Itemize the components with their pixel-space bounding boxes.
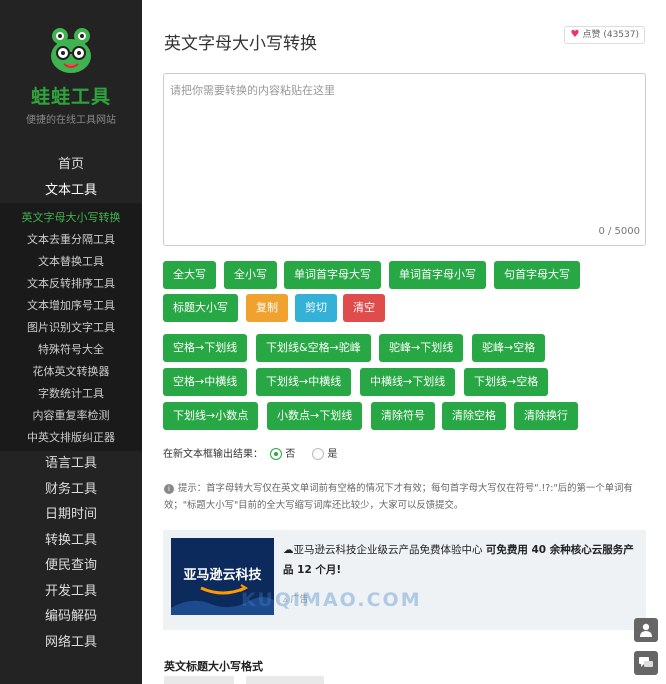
- lowercase-button[interactable]: 全小写: [224, 261, 277, 289]
- title-case-button[interactable]: 标题大小写: [163, 294, 238, 322]
- sidebar-subitem-fancy-text[interactable]: 花体英文转换器: [0, 361, 142, 383]
- space-to-dash-button[interactable]: 空格→中横线: [163, 368, 248, 396]
- sidebar-item-finance[interactable]: 财务工具: [0, 477, 142, 503]
- output-option-label: 在新文本框输出结果：: [163, 449, 263, 460]
- clear-symbols-button[interactable]: 清除符号: [371, 402, 435, 430]
- info-icon: i: [164, 483, 174, 494]
- copy-button[interactable]: 复制: [246, 294, 288, 322]
- output-option: 在新文本框输出结果： 否 是: [163, 445, 337, 460]
- sidebar-subitem-duplicate-check[interactable]: 内容重复率检测: [0, 405, 142, 427]
- char-counter: 0 / 5000: [598, 226, 640, 237]
- sidebar-item-encoding[interactable]: 编码解码: [0, 604, 142, 630]
- code-fragment: [164, 676, 234, 684]
- dot-to-underscore-button[interactable]: 小数点→下划线: [267, 402, 363, 430]
- section-heading: 英文标题大小写格式: [164, 660, 263, 673]
- underscore-to-dot-button[interactable]: 下划线→小数点: [163, 402, 259, 430]
- tip-content: 提示：首字母转大写仅在英文单词前有空格的情况下才有效；每句首字母大写仅在符号".…: [164, 483, 633, 511]
- sidebar-subitem-numbering[interactable]: 文本增加序号工具: [0, 295, 142, 317]
- camel-to-space-button[interactable]: 驼峰→空格: [472, 334, 546, 362]
- sidebar-item-network[interactable]: 网络工具: [0, 630, 142, 656]
- clear-newlines-button[interactable]: 清除换行: [514, 402, 578, 430]
- brand-tagline: 便捷的在线工具网站: [26, 115, 116, 126]
- sidebar-item-home[interactable]: 首页: [0, 152, 142, 178]
- sidebar: 蛙蛙工具 便捷的在线工具网站 首页 文本工具 英文字母大小写转换 文本去重分隔工…: [0, 0, 142, 684]
- heart-icon: ♥: [570, 29, 580, 40]
- sidebar-subitem-reverse[interactable]: 文本反转排序工具: [0, 273, 142, 295]
- sidebar-item-convert[interactable]: 转换工具: [0, 528, 142, 554]
- ad-title[interactable]: ☁亚马逊云科技企业级云产品免费体验中心 可免费用 40 余种核心云服务产品 12…: [283, 540, 639, 580]
- like-label: 点赞: [582, 30, 601, 40]
- radio-no[interactable]: [270, 448, 283, 460]
- cloud-icon: ☁: [283, 544, 294, 556]
- user-icon[interactable]: [634, 618, 658, 642]
- radio-yes-label[interactable]: 是: [327, 449, 337, 460]
- like-button[interactable]: ♥ 点赞 (43537): [564, 26, 645, 44]
- dash-to-underscore-button[interactable]: 中横线→下划线: [360, 368, 456, 396]
- main-content: 英文字母大小写转换 ♥点赞 (43537) 0 / 5000 全大写 全小写 单…: [142, 0, 666, 684]
- sidebar-subitem-word-count[interactable]: 字数统计工具: [0, 383, 142, 405]
- underscore-to-dash-button[interactable]: 下划线→中横线: [256, 368, 352, 396]
- sidebar-item-lookup[interactable]: 便民查询: [0, 553, 142, 579]
- clear-button[interactable]: 清空: [343, 294, 385, 322]
- brand-name[interactable]: 蛙蛙工具: [0, 82, 142, 109]
- sidebar-subitem-typography[interactable]: 中英文排版纠正器: [0, 427, 142, 449]
- sidebar-subitem-case-converter[interactable]: 英文字母大小写转换: [0, 207, 142, 229]
- sidebar-subitem-dedupe[interactable]: 文本去重分隔工具: [0, 229, 142, 251]
- underscore-to-space-button[interactable]: 下划线→空格: [464, 368, 549, 396]
- sidebar-subitem-ocr[interactable]: 图片识别文字工具: [0, 317, 142, 339]
- sidebar-nav: 首页 文本工具 英文字母大小写转换 文本去重分隔工具 文本替换工具 文本反转排序…: [0, 152, 142, 655]
- tip-text: i 提示：首字母转大写仅在英文单词前有空格的情况下才有效；每句首字母大写仅在符号"…: [164, 480, 644, 514]
- uppercase-button[interactable]: 全大写: [163, 261, 216, 289]
- watermark: KUQIMAO.COM: [241, 589, 422, 611]
- cut-button[interactable]: 剪切: [295, 294, 337, 322]
- sidebar-subitem-symbols[interactable]: 特殊符号大全: [0, 339, 142, 361]
- word-capitalize-button[interactable]: 单词首字母大写: [284, 261, 381, 289]
- like-count: (43537): [603, 30, 639, 40]
- sidebar-item-language[interactable]: 语言工具: [0, 451, 142, 477]
- ad-title-prefix: 亚马逊云科技企业级云产品免费体验中心: [293, 544, 483, 556]
- sidebar-item-dev[interactable]: 开发工具: [0, 579, 142, 605]
- clear-spaces-button[interactable]: 清除空格: [442, 402, 506, 430]
- word-lowercase-button[interactable]: 单词首字母小写: [389, 261, 486, 289]
- sidebar-item-datetime[interactable]: 日期时间: [0, 502, 142, 528]
- underscore-space-to-camel-button[interactable]: 下划线&空格→驼峰: [256, 334, 371, 362]
- radio-no-label[interactable]: 否: [285, 449, 295, 460]
- frog-logo-icon[interactable]: [48, 26, 94, 76]
- sidebar-item-text-tools[interactable]: 文本工具: [0, 178, 142, 204]
- radio-yes[interactable]: [312, 448, 325, 460]
- space-to-underscore-button[interactable]: 空格→下划线: [163, 334, 248, 362]
- page-title: 英文字母大小写转换: [164, 34, 317, 54]
- sentence-capitalize-button[interactable]: 句首字母大写: [494, 261, 580, 289]
- chat-icon[interactable]: [634, 651, 658, 675]
- input-textarea[interactable]: [163, 73, 646, 246]
- camel-to-underscore-button[interactable]: 驼峰→下划线: [379, 334, 464, 362]
- ad-banner[interactable]: 亚马逊云科技 ☁亚马逊云科技企业级云产品免费体验中心 可免费用 40 余种核心云…: [163, 530, 646, 630]
- sidebar-subitem-replace[interactable]: 文本替换工具: [0, 251, 142, 273]
- code-fragment: [246, 676, 324, 684]
- text-tools-submenu: 英文字母大小写转换 文本去重分隔工具 文本替换工具 文本反转排序工具 文本增加序…: [0, 203, 142, 451]
